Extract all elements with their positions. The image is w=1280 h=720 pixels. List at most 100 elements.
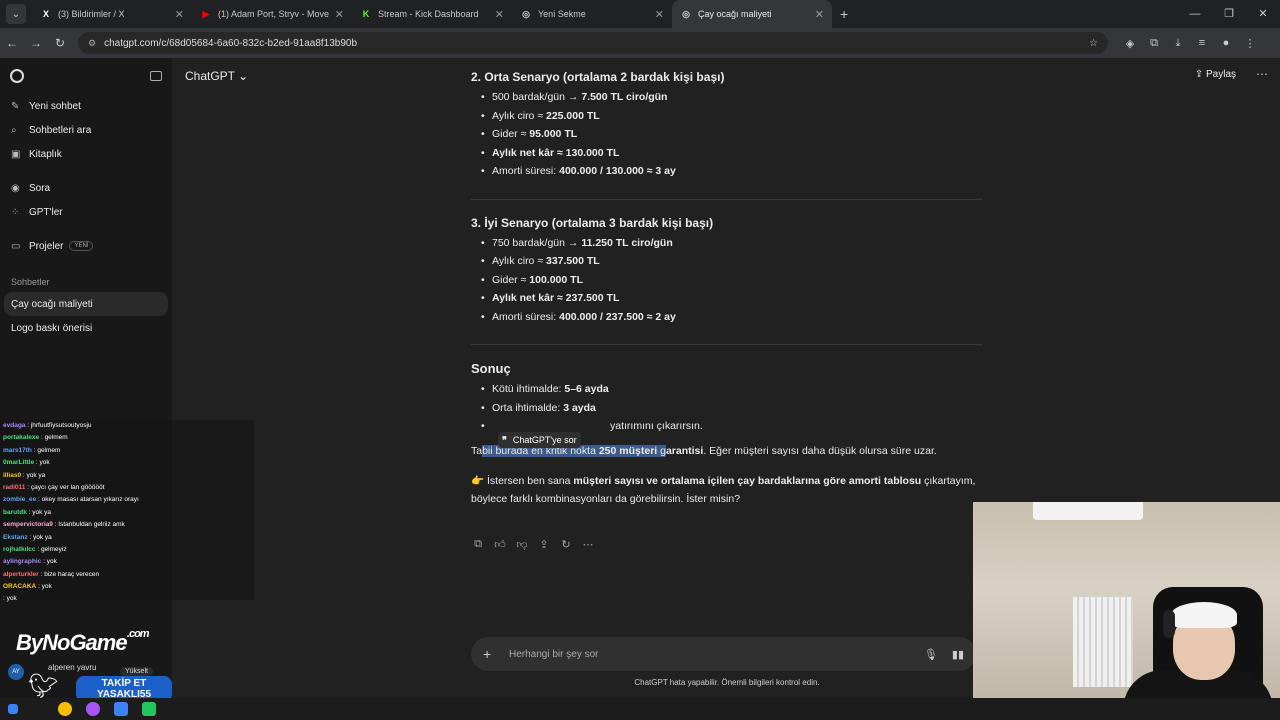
sidebar-item[interactable]: ✎ Yeni sohbet xyxy=(0,94,172,118)
close-tab-icon[interactable]: ✕ xyxy=(175,8,184,21)
back-icon[interactable]: ← xyxy=(0,36,24,50)
stream-chat-overlay: evdaga : jhrfuutfiysutsoutyosju portakale… xyxy=(0,420,254,602)
tab-list: X (3) Bildirimler / X ✕ ▶ (1) Adam Port, Str… xyxy=(32,0,832,28)
copy-icon[interactable]: ⧉ xyxy=(471,538,485,551)
browser-tab[interactable]: ◎ Yeni Sekme ✕ xyxy=(512,0,672,28)
app-icon[interactable] xyxy=(142,702,156,716)
tab-favicon-icon: ▶ xyxy=(202,8,210,19)
close-tab-icon[interactable]: ✕ xyxy=(495,8,504,21)
windows-start-icon[interactable] xyxy=(8,704,18,714)
tab-title: (3) Bildirimler / X xyxy=(58,9,125,19)
sidebar-item-icon: ⌕ xyxy=(11,124,17,136)
extension-icon[interactable]: ◈ xyxy=(1118,37,1142,50)
chrome-icon[interactable] xyxy=(58,702,72,716)
tab-favicon-icon: K xyxy=(362,9,370,19)
chat-text: jhrfuutfiysutsoutyosju xyxy=(30,422,92,429)
site-info-icon[interactable]: ⚙ xyxy=(88,38,96,49)
close-tab-icon[interactable]: ✕ xyxy=(655,8,664,21)
text-span: g xyxy=(657,444,666,457)
chat-text: Istanbuldan gelriiz amk xyxy=(58,521,125,529)
extensions-area: ◈ ⧉ ⤓ ≡ ● ⋮ xyxy=(1118,37,1262,50)
tab-search-button[interactable]: ⌄ xyxy=(6,4,26,24)
sidebar-item-projects[interactable]: ▭ Projeler YENİ xyxy=(0,234,172,258)
sidebar-item[interactable]: ◉ Sora xyxy=(0,176,172,200)
minimize-button[interactable]: — xyxy=(1178,0,1212,28)
openai-logo-icon[interactable] xyxy=(10,69,24,83)
sidebar-item-icon: ⁘ xyxy=(11,206,20,218)
text-span: 500 bardak/gün → xyxy=(492,91,582,103)
bold-span: 95.000 TL xyxy=(529,128,578,140)
model-selector[interactable]: ChatGPT ⌄ xyxy=(185,69,248,83)
browser-menu-icon[interactable]: ⋮ xyxy=(1238,37,1262,50)
close-window-button[interactable]: ✕ xyxy=(1246,0,1280,28)
text-span: Amorti süresi: xyxy=(492,165,560,177)
thumbs-up-icon[interactable]: 👍︎ xyxy=(493,538,507,551)
list-item: Kötü ihtimalde: 5–6 ayda xyxy=(481,380,983,399)
thumbs-down-icon[interactable]: 👎︎ xyxy=(515,538,529,551)
attach-plus-icon[interactable]: + xyxy=(483,646,505,662)
profile-avatar-icon[interactable]: ● xyxy=(1214,37,1238,49)
prompt-input[interactable]: Herhangi bir şey sor xyxy=(509,649,924,660)
browser-tab[interactable]: ◎ Çay ocağı maliyeti ✕ xyxy=(672,0,832,28)
url-bar[interactable]: ⚙ chatgpt.com/c/68d05684-6a60-832c-b2ed-… xyxy=(78,32,1108,54)
chat-username: illias0 xyxy=(3,471,22,479)
upgrade-button[interactable]: Yükselt xyxy=(120,667,153,676)
share-icon[interactable]: ⇪ xyxy=(537,538,551,551)
stream-chat-message: : yok xyxy=(0,593,254,605)
sidebar-toggle-icon[interactable] xyxy=(150,71,162,81)
list-item: Aylık ciro ≈ 225.000 TL xyxy=(481,107,983,126)
text-span: 750 bardak/gün → xyxy=(492,236,582,249)
bold-span: 5–6 ayda xyxy=(564,383,609,395)
more-options-icon[interactable]: ⋯ xyxy=(1256,67,1268,81)
bold-span: Aylık net kâr ≈ 237.500 TL xyxy=(492,292,620,304)
sidebar-chat-item[interactable]: Logo baskı önerisi xyxy=(0,316,172,340)
chat-text: yok ya xyxy=(26,471,46,479)
new-badge: YENİ xyxy=(69,241,94,251)
address-bar-row: ← → ↻ ⚙ chatgpt.com/c/68d05684-6a60-832c… xyxy=(0,28,1280,58)
stream-chat-message: zombie_ee : okey masası atarsan yıkarız … xyxy=(0,494,254,506)
message-actions: ⧉ 👍︎ 👎︎ ⇪ ↻ ⋯ xyxy=(471,538,595,551)
close-tab-icon[interactable]: ✕ xyxy=(815,8,824,21)
bold-span: 400.000 / 237.500 ≈ 2 ay xyxy=(559,310,676,323)
text-span: Aylık ciro ≈ xyxy=(492,109,546,122)
browser-tab[interactable]: K Stream - Kick Dashboard ✕ xyxy=(352,0,512,28)
divider xyxy=(471,344,983,345)
stream-chat-message: portakalexe : gelmem xyxy=(0,432,254,444)
result-heading: Sonuç xyxy=(471,361,511,376)
download-icon[interactable]: ⤓ xyxy=(1166,37,1190,50)
app-icon[interactable] xyxy=(86,702,100,716)
ask-chatgpt-tooltip[interactable]: ❞ ChatGPT'ye sor xyxy=(498,432,581,448)
sidebar-item[interactable]: ⁘ GPT'ler xyxy=(0,200,172,224)
user-name: alperen yavru xyxy=(48,662,97,672)
text-span: yatırımını çıkarırsın. xyxy=(610,420,703,432)
reload-icon[interactable]: ↻ xyxy=(48,36,72,50)
new-tab-button[interactable]: + xyxy=(840,6,848,22)
sidebar-item[interactable]: ▣ Kitaplık xyxy=(0,142,172,166)
headphones xyxy=(1163,610,1175,638)
microphone-icon[interactable]: 🎙︎ xyxy=(924,648,938,661)
bold-span: müşteri sayısı ve ortalama içilen çay ba… xyxy=(573,474,922,487)
bookmark-star-icon[interactable]: ☆ xyxy=(1089,38,1098,49)
share-button[interactable]: ⇪ Paylaş xyxy=(1195,69,1236,80)
browser-tabbar: ⌄ X (3) Bildirimler / X ✕ ▶ (1) Adam Port, S… xyxy=(0,0,1280,28)
app-icon[interactable] xyxy=(114,702,128,716)
extensions-puzzle-icon[interactable]: ⧉ xyxy=(1142,37,1166,50)
browser-tab[interactable]: X (3) Bildirimler / X ✕ xyxy=(32,0,192,28)
browser-tab[interactable]: ▶ (1) Adam Port, Stryv - Move ✕ xyxy=(192,0,352,28)
voice-mode-icon[interactable]: ▮▮ xyxy=(952,648,964,661)
list-item: Amorti süresi: 400.000 / 130.000 ≈ 3 ay xyxy=(481,162,983,181)
text-span: Orta ihtimalde: xyxy=(492,401,564,414)
sidebar-item[interactable]: ⌕ Sohbetleri ara xyxy=(0,118,172,142)
composer: + Herhangi bir şey sor 🎙︎ ▮▮ xyxy=(471,637,976,671)
more-icon[interactable]: ⋯ xyxy=(581,538,595,551)
stream-chat-message: 0marLittle : yok xyxy=(0,457,254,469)
sidebar-chat-item-active[interactable]: Çay ocağı maliyeti xyxy=(4,292,168,316)
media-icon[interactable]: ≡ xyxy=(1190,37,1214,49)
sidebar-secondary-items: ◉ Sora ⁘ GPT'ler xyxy=(0,176,172,224)
restore-button[interactable]: ❐ xyxy=(1212,0,1246,28)
forward-icon[interactable]: → xyxy=(24,36,48,50)
regenerate-icon[interactable]: ↻ xyxy=(559,538,573,551)
list-item: 500 bardak/gün → 7.500 TL ciro/gün xyxy=(481,88,983,107)
avatar: AY xyxy=(8,664,24,680)
close-tab-icon[interactable]: ✕ xyxy=(335,8,344,21)
